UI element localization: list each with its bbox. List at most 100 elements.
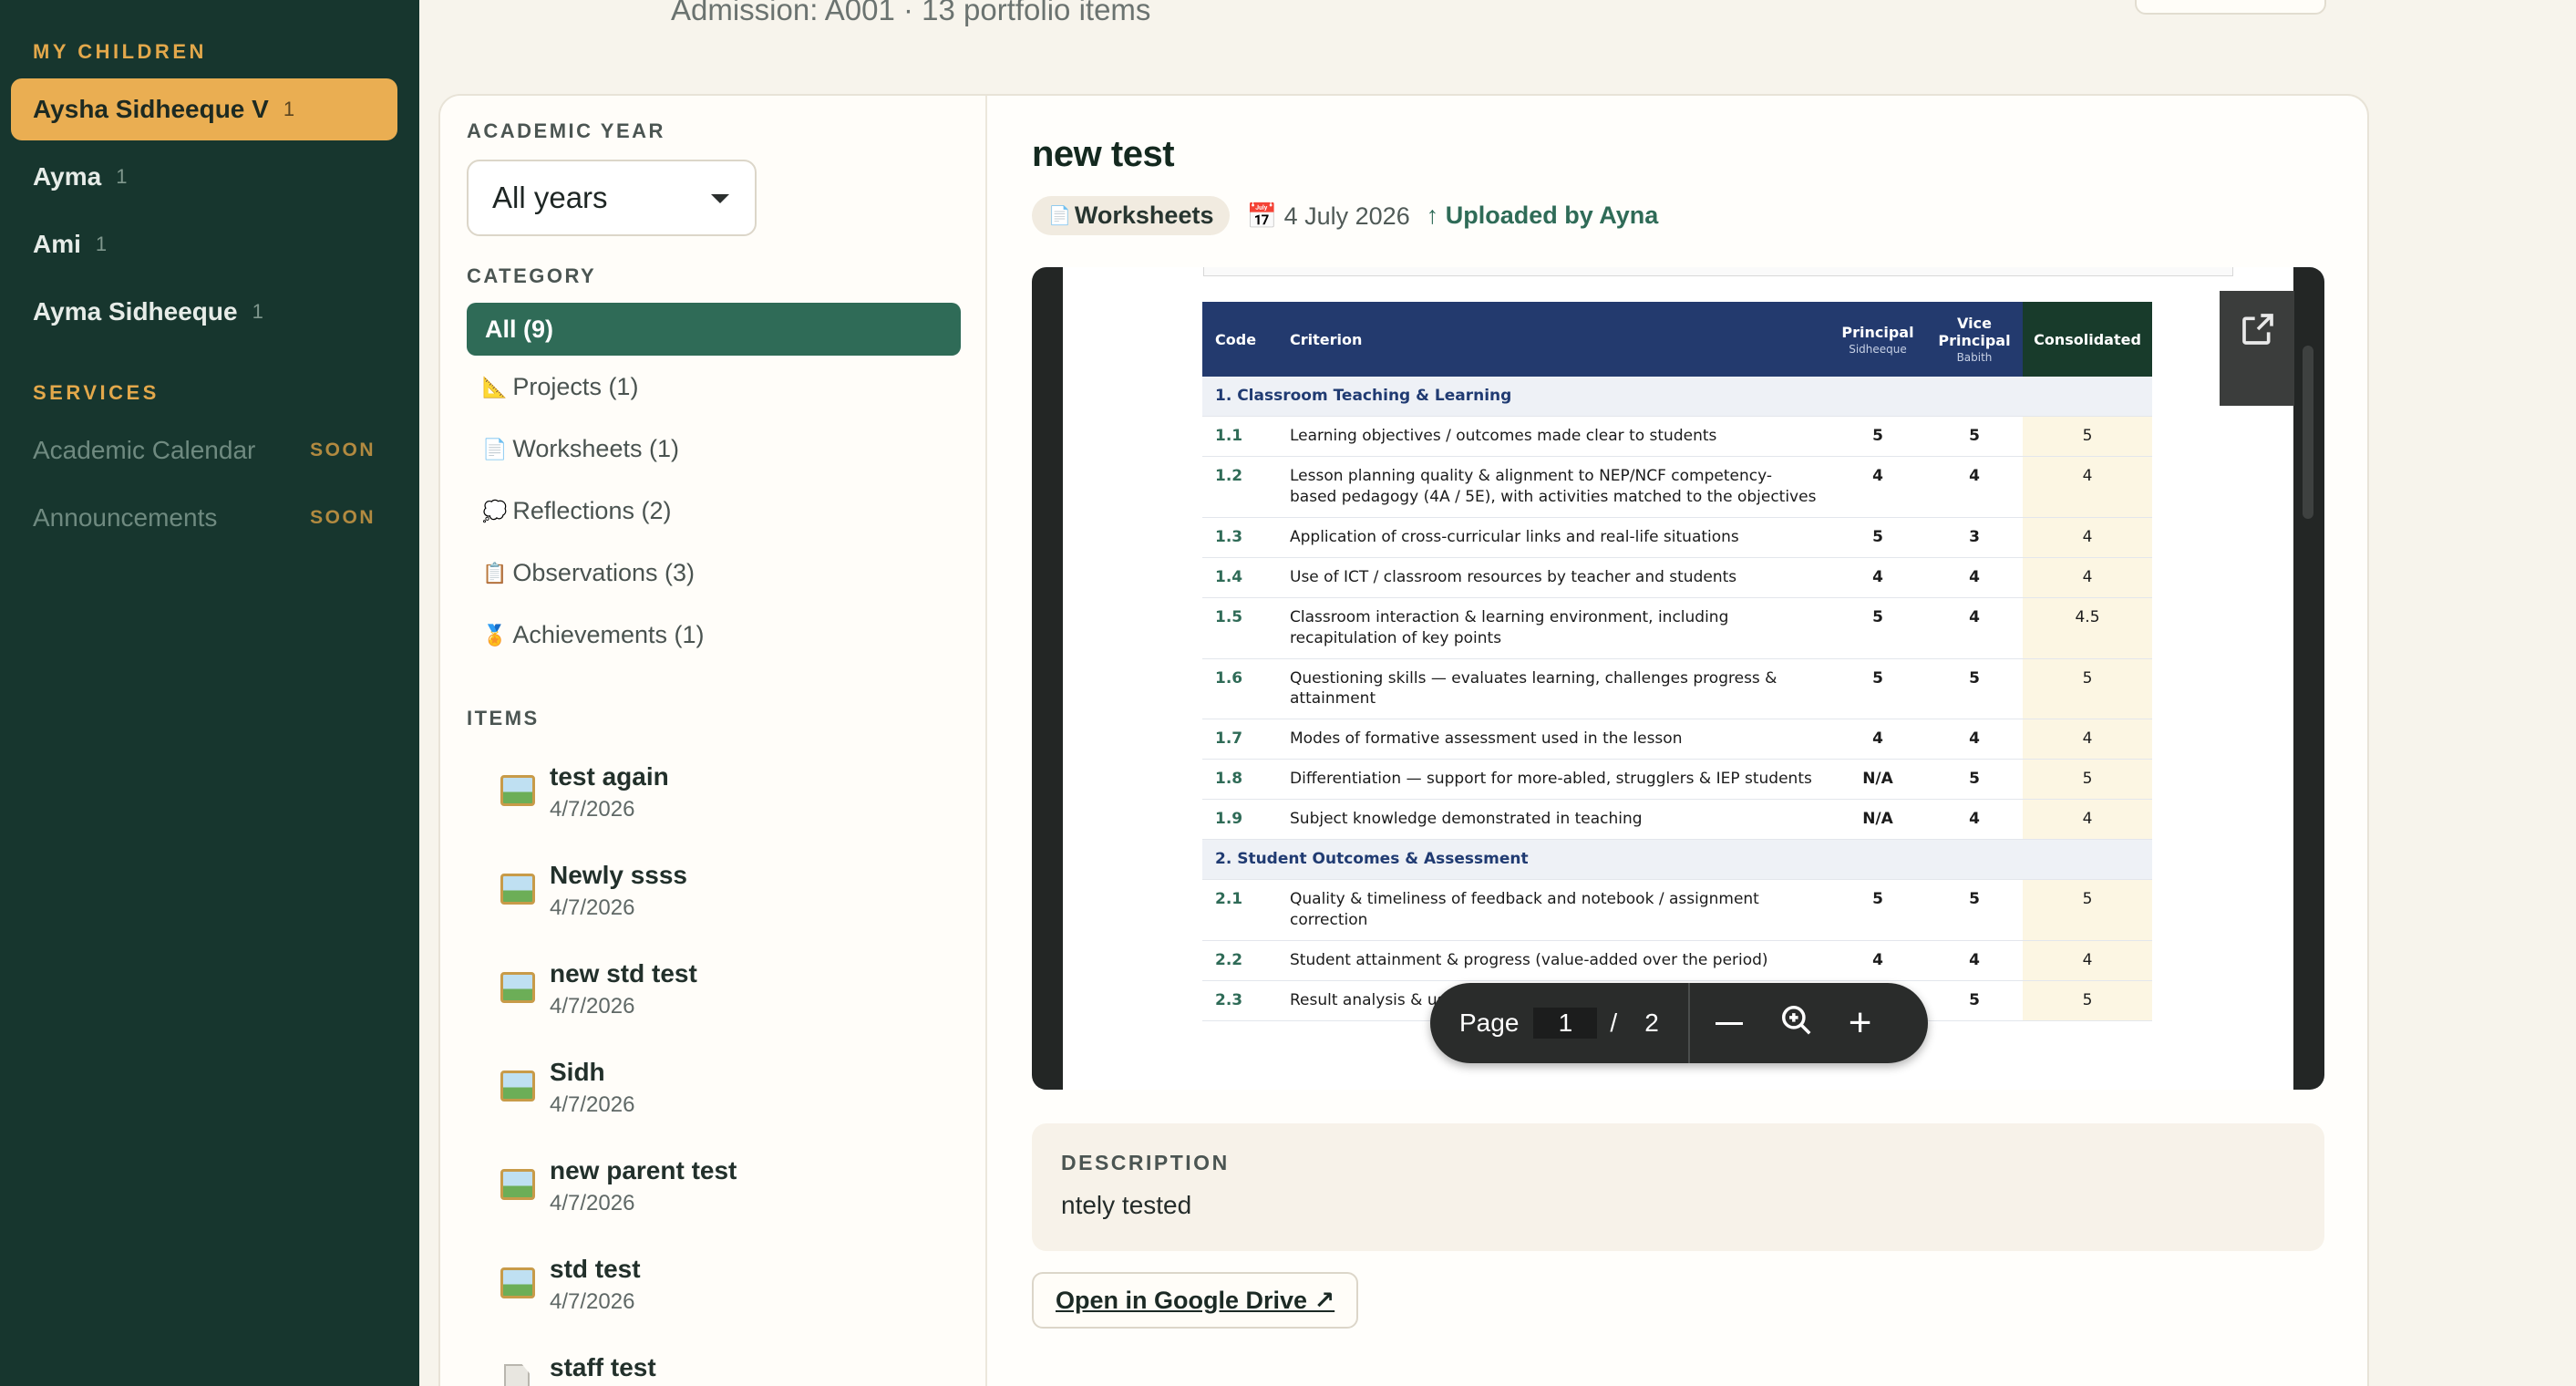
category-label-text: Projects (1): [512, 373, 639, 400]
sidebar: MY CHILDREN Aysha Sidheeque V 1 Ayma 1 Ami 1 A…: [0, 0, 419, 1386]
ruler-icon: 📐: [482, 375, 508, 398]
principal-score: 5: [1829, 517, 1926, 558]
previous-page-edge: [1203, 267, 2233, 276]
rubric-table: Code Criterion Principal Sidheeque Vice …: [1202, 302, 2152, 1021]
zoom-out-button[interactable]: [1715, 1021, 1743, 1025]
item-date: 4/7/2026: [550, 994, 635, 1019]
child-item[interactable]: Ayma 1: [11, 146, 397, 208]
consolidated-score: 5: [2023, 980, 2152, 1021]
criterion-code: 1.1: [1202, 416, 1277, 457]
document-icon: 📄: [1048, 206, 1071, 226]
col-principal: Principal Sidheeque: [1829, 302, 1926, 377]
vice-principal-score: 5: [1926, 980, 2023, 1021]
item-name: new parent test: [550, 1156, 737, 1184]
list-item[interactable]: new parent test 4/7/2026: [500, 1156, 956, 1229]
child-item[interactable]: Ami 1: [11, 213, 397, 275]
item-date: 4/7/2026: [550, 895, 635, 920]
uploaded-by: ↑ Uploaded by Ayna: [1426, 202, 1659, 229]
category-item[interactable]: 🏅 Achievements (1): [482, 621, 705, 649]
academic-year-value: All years: [492, 181, 608, 214]
child-count: 1: [95, 233, 108, 255]
category-badge-label: Worksheets: [1074, 202, 1214, 229]
detail-panel: new test 📄 Worksheets 📅 4 July 2026 ↑ Up…: [987, 96, 2367, 1386]
principal-score: 5: [1829, 879, 1926, 941]
category-item[interactable]: 📄 Worksheets (1): [482, 435, 679, 463]
document-page: Code Criterion Principal Sidheeque Vice …: [1063, 267, 2293, 1090]
list-item[interactable]: test again 4/7/2026: [500, 762, 956, 835]
item-name: new std test: [550, 959, 697, 988]
rubric-header-row: Code Criterion Principal Sidheeque Vice …: [1202, 302, 2152, 377]
image-icon: [500, 972, 535, 1003]
child-item[interactable]: Aysha Sidheeque V 1: [11, 78, 397, 140]
list-item[interactable]: Newly ssss 4/7/2026: [500, 861, 956, 934]
vice-principal-score: 4: [1926, 799, 2023, 841]
page-toolbar: Page 1 / 2 +: [1430, 983, 1928, 1063]
table-row: 1.6 Questioning skills — evaluates learni…: [1202, 658, 2152, 720]
open-external-button[interactable]: [2220, 291, 2294, 406]
vice-principal-score: 5: [1926, 759, 2023, 801]
vice-principal-score: 4: [1926, 597, 2023, 659]
image-icon: [500, 1169, 535, 1200]
category-all[interactable]: All (9): [467, 303, 961, 356]
zoom-in-button[interactable]: +: [1849, 1003, 1872, 1043]
soon-badge: SOON: [310, 440, 376, 460]
criterion-code: 2.3: [1202, 980, 1277, 1021]
service-item[interactable]: Academic Calendar SOON: [33, 436, 376, 465]
clipboard-icon: 📋: [482, 561, 508, 584]
category-item[interactable]: 💭 Reflections (2): [482, 497, 671, 525]
item-date: 📅 4 July 2026: [1246, 202, 1409, 231]
document-icon: [504, 1364, 530, 1386]
document-viewer[interactable]: Code Criterion Principal Sidheeque Vice …: [1032, 267, 2324, 1090]
consolidated-score: 4: [2023, 940, 2152, 981]
consolidated-score: 4: [2023, 456, 2152, 518]
image-icon: [500, 874, 535, 905]
list-item[interactable]: std test 4/7/2026: [500, 1255, 956, 1328]
page-number-input[interactable]: 1: [1533, 1008, 1598, 1039]
toolbar-divider: [1687, 983, 1690, 1063]
viewer-scrollbar[interactable]: [2303, 346, 2313, 519]
item-name: staff test: [550, 1353, 656, 1381]
criterion-code: 2.2: [1202, 940, 1277, 981]
child-item[interactable]: Ayma Sidheeque 1: [11, 281, 397, 343]
category-label-text: Reflections (2): [512, 497, 672, 524]
criterion-code: 1.8: [1202, 759, 1277, 801]
items-label: ITEMS: [467, 707, 540, 729]
image-icon: [500, 1071, 535, 1102]
category-item[interactable]: 📐 Projects (1): [482, 373, 638, 401]
criterion-text: Questioning skills — evaluates learning,…: [1277, 658, 1829, 720]
service-item[interactable]: Announcements SOON: [33, 503, 376, 533]
vice-principal-score: 4: [1926, 557, 2023, 598]
description-text: ntely tested: [1061, 1191, 1192, 1219]
criterion-code: 1.7: [1202, 719, 1277, 760]
list-item[interactable]: Sidh 4/7/2026: [500, 1058, 956, 1131]
criterion-text: Quality & timeliness of feedback and not…: [1277, 879, 1829, 941]
service-label: Academic Calendar: [33, 436, 256, 464]
image-icon: [500, 1267, 535, 1298]
section-title: 2. Student Outcomes & Assessment: [1202, 839, 2152, 881]
filter-panel: ACADEMIC YEAR All years CATEGORY All (9)…: [440, 96, 987, 1386]
header-action-button[interactable]: [2135, 0, 2326, 15]
child-count: 1: [116, 165, 128, 188]
open-in-drive-link[interactable]: Open in Google Drive ↗: [1032, 1272, 1359, 1329]
consolidated-score: 5: [2023, 879, 2152, 941]
criterion-text: Classroom interaction & learning environ…: [1277, 597, 1829, 659]
consolidated-score: 5: [2023, 416, 2152, 457]
col-consolidated: Consolidated: [2023, 302, 2152, 377]
criterion-text: Learning objectives / outcomes made clea…: [1277, 416, 1829, 457]
consolidated-score: 5: [2023, 658, 2152, 720]
criterion-code: 1.4: [1202, 557, 1277, 598]
list-item[interactable]: staff test: [500, 1353, 956, 1386]
col-code: Code: [1202, 302, 1277, 377]
list-item[interactable]: new std test 4/7/2026: [500, 959, 956, 1032]
soon-badge: SOON: [310, 507, 376, 528]
category-item[interactable]: 📋 Observations (3): [482, 559, 695, 587]
table-row: 1.9 Subject knowledge demonstrated in tea…: [1202, 799, 2152, 841]
consolidated-score: 4: [2023, 799, 2152, 841]
thought-bubble-icon: 💭: [482, 499, 508, 522]
academic-year-select[interactable]: All years: [467, 160, 757, 236]
col-principal-name: Sidheeque: [1849, 342, 1907, 356]
document-icon: 📄: [482, 437, 508, 460]
consolidated-score: 5: [2023, 759, 2152, 801]
zoom-icon-button[interactable]: [1779, 1003, 1814, 1044]
description-label: DESCRIPTION: [1061, 1151, 1230, 1174]
